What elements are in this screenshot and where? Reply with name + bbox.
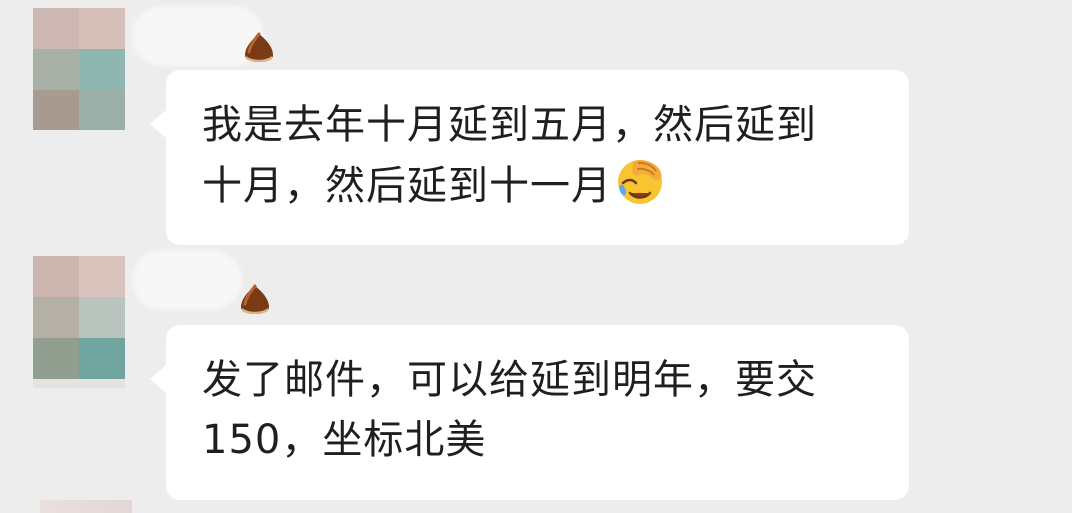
- chat-message-list: 我是去年十月延到五月，然后延到 十月，然后延到十一月 发了邮件，可以给延到明年，…: [0, 0, 1072, 513]
- message-line: 十月，然后延到十一月: [202, 155, 877, 216]
- avatar[interactable]: [33, 8, 125, 130]
- message-bubble[interactable]: 发了邮件，可以给延到明年，要交 150，坐标北美: [150, 325, 909, 500]
- message-line: 发了邮件，可以给延到明年，要交: [202, 357, 817, 403]
- message-line: 我是去年十月延到五月，然后延到: [202, 102, 817, 148]
- sender-name: [132, 250, 242, 310]
- message-bubble[interactable]: 我是去年十月延到五月，然后延到 十月，然后延到十一月: [150, 70, 909, 245]
- facepalm-crying-emoji: [618, 160, 662, 204]
- avatar[interactable]: [40, 500, 132, 513]
- chestnut-icon: [241, 284, 269, 314]
- chat-message: 我是去年十月延到五月，然后延到 十月，然后延到十一月: [0, 0, 1072, 250]
- message-line: 150，坐标北美: [202, 417, 487, 463]
- chat-message: 发了邮件，可以给延到明年，要交 150，坐标北美: [0, 250, 1072, 500]
- avatar[interactable]: [33, 256, 125, 388]
- chestnut-icon: [245, 32, 273, 62]
- message-line-text: 十月，然后延到十一月: [202, 163, 612, 209]
